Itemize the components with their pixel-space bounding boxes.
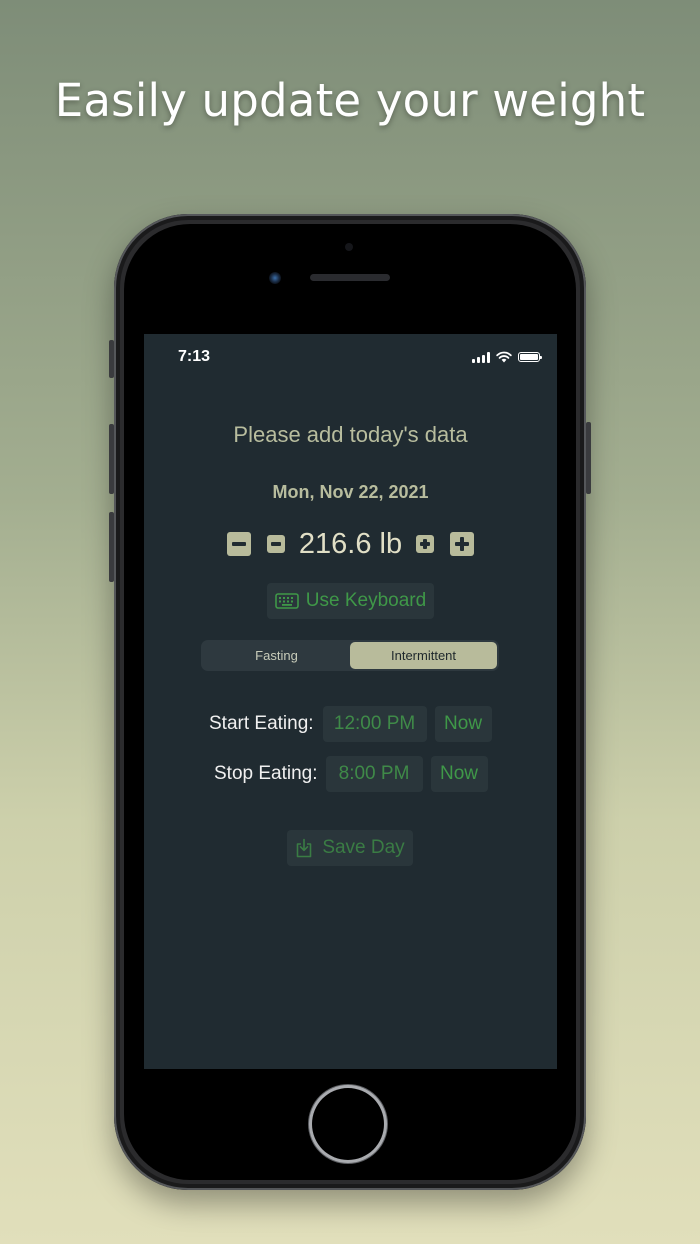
stop-eating-label: Stop Eating: bbox=[214, 763, 318, 784]
stop-eating-row: Stop Eating: 8:00 PM Now bbox=[214, 756, 488, 792]
date-label: Mon, Nov 22, 2021 bbox=[272, 482, 429, 502]
status-time: 7:13 bbox=[178, 348, 211, 365]
front-camera bbox=[269, 272, 281, 284]
start-eating-time-button[interactable]: 12:00 PM bbox=[322, 706, 427, 742]
start-eating-now-button[interactable]: Now bbox=[434, 706, 492, 742]
weight-value: 216.6 lb bbox=[298, 527, 403, 560]
weight-stepper: 216.6 lb bbox=[144, 524, 557, 564]
save-day-label: Save Day bbox=[322, 837, 405, 858]
decrease-large-button[interactable] bbox=[226, 532, 251, 556]
fasting-mode-control: Fasting Intermittent bbox=[201, 640, 499, 671]
status-icons bbox=[472, 350, 542, 364]
keyboard-icon bbox=[274, 593, 299, 609]
headline: Easily update your weight bbox=[54, 74, 646, 127]
use-keyboard-button[interactable]: Use Keyboard bbox=[267, 583, 434, 619]
volume-up-button bbox=[109, 424, 114, 494]
stop-eating-time-button[interactable]: 8:00 PM bbox=[325, 756, 423, 792]
prompt-text: Please add today's data bbox=[233, 422, 468, 447]
home-button[interactable] bbox=[312, 1088, 384, 1160]
earpiece-speaker bbox=[310, 274, 390, 281]
mute-switch bbox=[109, 340, 114, 378]
use-keyboard-label: Use Keyboard bbox=[305, 590, 427, 611]
save-icon bbox=[297, 838, 312, 858]
proximity-sensor bbox=[345, 243, 353, 251]
cellular-signal-icon bbox=[472, 351, 490, 363]
segment-intermittent[interactable]: Intermittent bbox=[350, 642, 497, 669]
app-screen: 7:13 Please add today's data Mon, Nov 22… bbox=[144, 334, 557, 1069]
volume-down-button bbox=[109, 512, 114, 582]
start-eating-row: Start Eating: 12:00 PM Now bbox=[209, 706, 492, 742]
start-eating-label: Start Eating: bbox=[209, 713, 314, 734]
wifi-icon bbox=[496, 351, 512, 363]
increase-large-button[interactable] bbox=[450, 532, 475, 556]
power-button bbox=[586, 422, 591, 494]
segment-fasting[interactable]: Fasting bbox=[203, 642, 350, 669]
increase-small-button[interactable] bbox=[416, 535, 435, 553]
save-day-button[interactable]: Save Day bbox=[287, 830, 413, 866]
battery-icon bbox=[518, 352, 542, 362]
stop-eating-now-button[interactable]: Now bbox=[430, 756, 488, 792]
decrease-small-button[interactable] bbox=[266, 535, 285, 553]
